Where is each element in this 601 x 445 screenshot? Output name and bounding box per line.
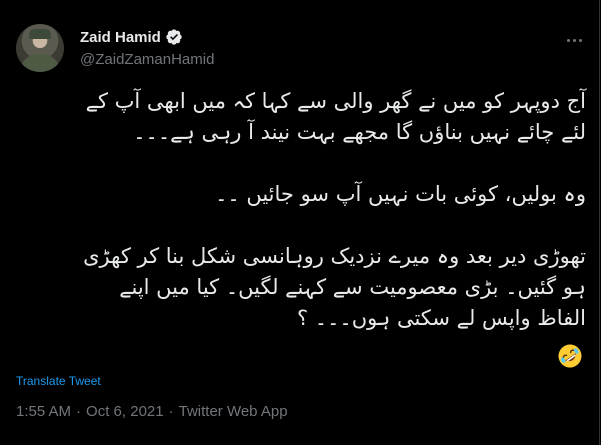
author-name-row: Zaid Hamid (80, 28, 183, 46)
tweet-header: Zaid Hamid @ZaidZamanHamid (16, 22, 586, 72)
more-dot (578, 38, 582, 42)
avatar-shoulders (20, 54, 60, 72)
rolling-on-floor-laughing-emoji (557, 343, 583, 369)
more-dot (572, 38, 576, 42)
author-display-name[interactable]: Zaid Hamid (80, 29, 161, 46)
tweet-text: آج دوپہر کو میں نے گھر والی سے کہا کہ می… (16, 86, 586, 334)
tweet-paragraph: آج دوپہر کو میں نے گھر والی سے کہا کہ می… (85, 89, 586, 144)
tweet-source: Twitter Web App (178, 403, 288, 420)
tweet-paragraph: وہ بولیں، کوئی بات نہیں آپ سو جائیں ۔۔ (215, 182, 586, 206)
more-options-icon[interactable] (562, 30, 586, 50)
more-dot (566, 38, 570, 42)
avatar-cap (29, 29, 51, 39)
translate-tweet-link[interactable]: Translate Tweet (16, 374, 101, 388)
tweet-card: Zaid Hamid @ZaidZamanHamid آج دوپہر کو م… (0, 0, 600, 445)
author-handle[interactable]: @ZaidZamanHamid (80, 51, 214, 68)
meta-separator: · (76, 403, 82, 420)
avatar[interactable] (16, 24, 64, 72)
tweet-meta: 1:55 AM · Oct 6, 2021 · Twitter Web App (16, 403, 288, 420)
tweet-time[interactable]: 1:55 AM (16, 403, 71, 420)
tweet-paragraph: تھوڑی دیر بعد وہ میرے نزدیک روہانسی شکل … (83, 244, 586, 330)
meta-separator: · (168, 403, 174, 420)
tweet-date[interactable]: Oct 6, 2021 (86, 403, 164, 420)
verified-badge-icon (165, 28, 183, 46)
